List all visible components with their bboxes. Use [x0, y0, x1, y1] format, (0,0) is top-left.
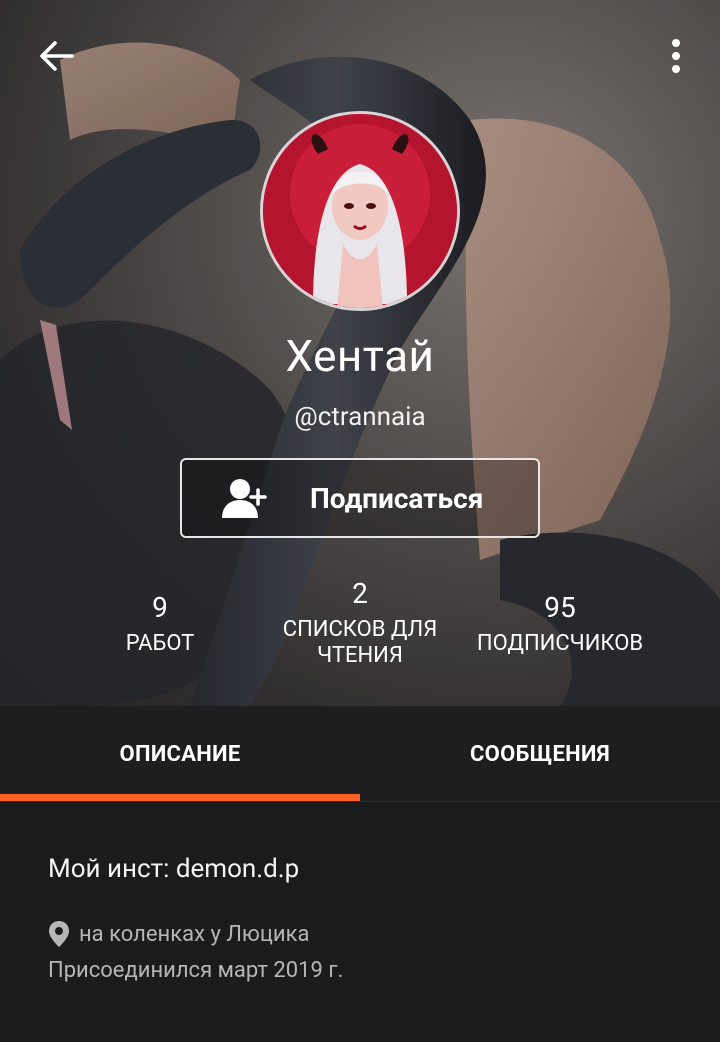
- more-vertical-icon: [672, 39, 680, 73]
- stat-works-label: РАБОТ: [125, 631, 195, 656]
- follow-button[interactable]: Подписаться: [180, 458, 540, 538]
- stat-works[interactable]: 9 РАБОТ: [100, 594, 220, 657]
- stat-works-value: 9: [152, 591, 168, 624]
- stat-reading-lists-label: СПИСКОВ ДЛЯ ЧТЕНИЯ: [282, 617, 438, 668]
- avatar-image: [263, 114, 457, 308]
- display-name: Хентай: [285, 330, 435, 382]
- more-options-button[interactable]: [660, 34, 692, 78]
- description-panel: Мой инст: demon.d.p на коленках у Люцика…: [0, 802, 720, 1042]
- back-button[interactable]: [34, 34, 78, 78]
- avatar[interactable]: [260, 111, 460, 311]
- stat-reading-lists[interactable]: 2 СПИСКОВ ДЛЯ ЧТЕНИЯ: [270, 580, 450, 669]
- location-pin-icon: [49, 921, 69, 947]
- location-row: на коленках у Люцика: [48, 920, 309, 948]
- username: @ctrannaia: [294, 402, 426, 432]
- add-user-icon: [222, 479, 267, 518]
- location-text: на коленках у Люцика: [79, 921, 310, 947]
- stat-followers[interactable]: 95 ПОДПИСЧИКОВ: [460, 594, 660, 657]
- active-tab-indicator: [0, 794, 360, 801]
- joined-date: Присоединился март 2019 г.: [48, 958, 344, 983]
- stat-followers-value: 95: [544, 591, 576, 624]
- arrow-left-icon: [40, 41, 74, 71]
- tab-description[interactable]: ОПИСАНИЕ: [0, 706, 360, 802]
- stat-reading-lists-value: 2: [352, 577, 368, 610]
- about-text: Мой инст: demon.d.p: [48, 854, 300, 884]
- profile-tabs: ОПИСАНИЕ СООБЩЕНИЯ: [0, 706, 720, 802]
- follow-button-label: Подписаться: [310, 482, 484, 515]
- profile-header: Хентай @ctrannaia Подписаться 9 РАБОТ 2 …: [0, 0, 720, 706]
- stat-followers-label: ПОДПИСЧИКОВ: [476, 631, 644, 656]
- tab-messages[interactable]: СООБЩЕНИЯ: [360, 706, 720, 802]
